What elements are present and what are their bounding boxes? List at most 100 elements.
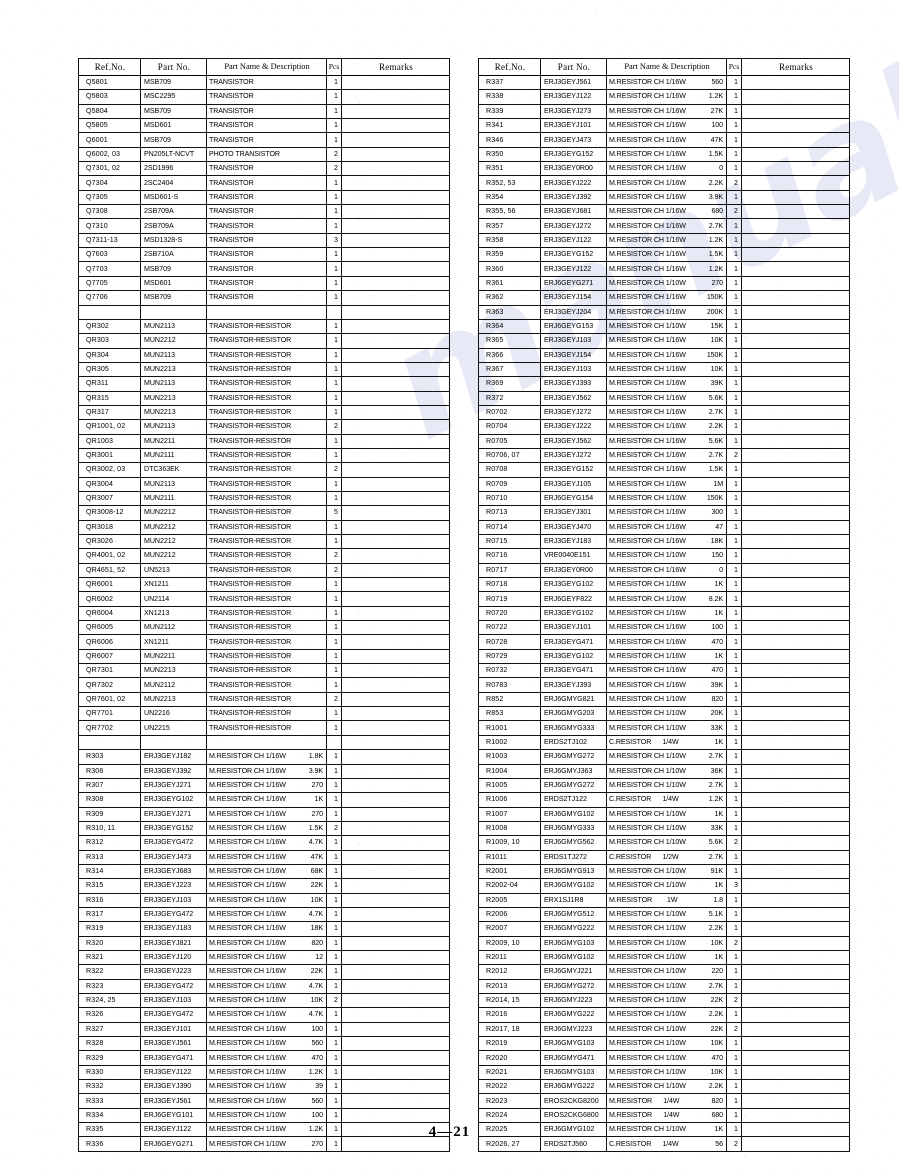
cell-remarks <box>341 433 450 449</box>
description-name: M.RESISTOR CH 1/16W <box>609 422 686 431</box>
table-row: R357 ERJ3GEYJ272 M.RESISTOR CH 1/16W 2.7K 1 <box>478 218 850 234</box>
cell-description: M.RESISTOR CH 1/16W 1.2K <box>606 89 727 105</box>
cell-remarks <box>741 691 850 708</box>
cell-pcs: 2 <box>726 992 742 1009</box>
table-row: QR3002, 03 DTC363EK TRANSISTOR-RESISTOR 2 <box>78 462 450 478</box>
description-name: M.RESISTOR CH 1/16W <box>609 637 686 646</box>
cell-ref-no: QR317 <box>78 404 141 421</box>
description-name: M.RESISTOR CH 1/16W <box>209 852 286 861</box>
description-name: M.RESISTOR CH 1/16W <box>209 809 286 818</box>
description-name: M.RESISTOR CH 1/16W <box>609 565 686 574</box>
cell-part-no: 2SB710A <box>140 247 207 263</box>
cell-ref-no: R0702 <box>478 404 541 421</box>
cell-pcs: 1 <box>326 849 342 865</box>
description-value: 2.7K <box>708 451 723 460</box>
description-value: 39K <box>710 379 723 388</box>
table-row: R1009, 10 ERJ6GMYG562 M.RESISTOR CH 1/10W 5… <box>478 835 850 851</box>
cell-description: M.RESISTOR CH 1/10W 220 <box>606 964 727 980</box>
table-row: Q7305 MSD601-S TRANSISTOR 1 <box>78 189 450 206</box>
description-name: M.RESISTOR CH 1/10W <box>609 551 686 560</box>
cell-description: M.RESISTOR CH 1/16W 1K <box>606 577 727 593</box>
cell-description: M.RESISTOR CH 1/16W 10K <box>206 892 327 908</box>
table-row: QR1003 MUN2211 TRANSISTOR-RESISTOR 1 <box>78 433 450 449</box>
cell-remarks <box>341 1064 450 1081</box>
description-name: M.RESISTOR CH 1/10W <box>609 494 686 503</box>
cell-remarks <box>741 820 850 837</box>
table-row: Q7603 2SB710A TRANSISTOR 1 <box>78 247 450 263</box>
table-row: QR7302 MUN2112 TRANSISTOR-RESISTOR 1 <box>78 677 450 693</box>
table-row: QR6004 XN1213 TRANSISTOR-RESISTOR 1 <box>78 605 450 622</box>
table-row: R2024 EROS2CKG6800 M.RESISTOR 1/4W 680 1 <box>478 1107 850 1124</box>
description-name: M.RESISTOR CH 1/16W <box>209 1010 286 1019</box>
cell-description: M.RESISTOR CH 1/10W 2.2K <box>606 1007 727 1023</box>
cell-remarks <box>741 605 850 622</box>
cell-ref-no: R2013 <box>478 978 541 995</box>
cell-remarks <box>741 892 850 908</box>
description-value: 100 <box>711 121 723 130</box>
cell-remarks <box>741 533 850 550</box>
cell-part-no: MSB709 <box>140 132 207 148</box>
table-row: R2007 ERJ6GMYG222 M.RESISTOR CH 1/10W 2.2K 1 <box>478 921 850 937</box>
cell-remarks <box>341 1036 450 1052</box>
description-name: M.RESISTOR CH 1/16W <box>609 465 686 474</box>
cell-pcs: 1 <box>726 247 742 263</box>
cell-pcs: 1 <box>726 1079 742 1095</box>
cell-part-no: ERJ3GEYG472 <box>140 978 207 995</box>
description-name: M.RESISTOR CH 1/16W <box>609 508 686 517</box>
table-row: QR7702 UN2215 TRANSISTOR-RESISTOR 1 <box>78 720 450 736</box>
description-value: 1K <box>314 795 324 804</box>
description-value: 270 <box>311 1139 323 1148</box>
cell-ref-no: R306 <box>78 763 141 779</box>
cell-description: M.RESISTOR CH 1/16W 560 <box>606 74 727 91</box>
cell-remarks <box>341 921 450 937</box>
description-name: M.RESISTOR CH 1/16W <box>209 938 286 947</box>
cell-description: M.RESISTOR 1W 1.8 <box>606 892 727 908</box>
cell-ref-no: R2007 <box>478 921 541 937</box>
description-value: 15K <box>710 321 723 330</box>
cell-pcs: 5 <box>326 505 342 521</box>
description-name: M.RESISTOR CH 1/16W <box>209 867 286 876</box>
cell-pcs: 1 <box>326 261 342 277</box>
table-row: Q7706 MSB709 TRANSISTOR 1 <box>78 290 450 306</box>
description-value: 2.7K <box>708 221 723 230</box>
cell-ref-no: R339 <box>478 103 541 120</box>
description-value: 18K <box>710 537 723 546</box>
table-row: QR3008-12 MUN2212 TRANSISTOR-RESISTOR 5 <box>78 505 450 521</box>
description-name: TRANSISTOR-RESISTOR <box>209 365 292 373</box>
cell-pcs: 1 <box>726 792 742 808</box>
table-row: R339 ERJ3GEYJ273 M.RESISTOR CH 1/16W 27K 1 <box>478 103 850 120</box>
table-row: R332 ERJ3GEYJ390 M.RESISTOR CH 1/16W 39 1 <box>78 1079 450 1095</box>
table-row: R323 ERJ3GEYG472 M.RESISTOR CH 1/16W 4.7K 1 <box>78 978 450 995</box>
description-name: M.RESISTOR CH 1/16W <box>609 651 686 660</box>
cell-ref-no: Q7603 <box>78 247 141 263</box>
description-value: 2.7K <box>708 852 723 861</box>
description-name: TRANSISTOR <box>209 221 254 230</box>
table-row: QR3007 MUN2111 TRANSISTOR-RESISTOR 1 <box>78 490 450 507</box>
description-name: M.RESISTOR CH 1/10W <box>609 824 686 832</box>
cell-part-no: MUN2211 <box>140 648 207 665</box>
cell-ref-no: R1011 <box>478 849 541 865</box>
cell-pcs: 1 <box>326 447 342 464</box>
description-value: 10K <box>310 895 323 904</box>
description-name: C.RESISTOR 1/4W <box>609 795 679 804</box>
cell-part-no: UN2215 <box>140 720 207 736</box>
cell-pcs: 2 <box>726 447 742 464</box>
table-row: R367 ERJ3GEYJ103 M.RESISTOR CH 1/16W 10K 1 <box>478 361 850 378</box>
cell-description: M.RESISTOR CH 1/16W 1.2K <box>606 232 727 249</box>
table-row: R316 ERJ3GEYJ103 M.RESISTOR CH 1/16W 10K 1 <box>78 892 450 908</box>
description-name: M.RESISTOR CH 1/16W <box>209 1096 286 1105</box>
cell-remarks <box>741 863 850 880</box>
cell-pcs: 1 <box>326 118 342 134</box>
cell-remarks <box>741 835 850 851</box>
cell-pcs: 1 <box>726 347 742 363</box>
cell-ref-no: R316 <box>78 892 141 908</box>
cell-remarks <box>741 634 850 650</box>
table-row: R0704 ERJ3GEYJ222 M.RESISTOR CH 1/16W 2.2K 1 <box>478 419 850 435</box>
description-name: TRANSISTOR-RESISTOR <box>209 551 292 560</box>
table-row: R2016 ERJ6GMYG222 M.RESISTOR CH 1/10W 2.2K 1 <box>478 1007 850 1023</box>
cell-pcs: 1 <box>326 1036 342 1052</box>
cell-pcs: 1 <box>726 763 742 779</box>
cell-pcs: 1 <box>326 1079 342 1095</box>
cell-remarks <box>341 1107 450 1124</box>
cell-ref-no: R308 <box>78 792 141 808</box>
